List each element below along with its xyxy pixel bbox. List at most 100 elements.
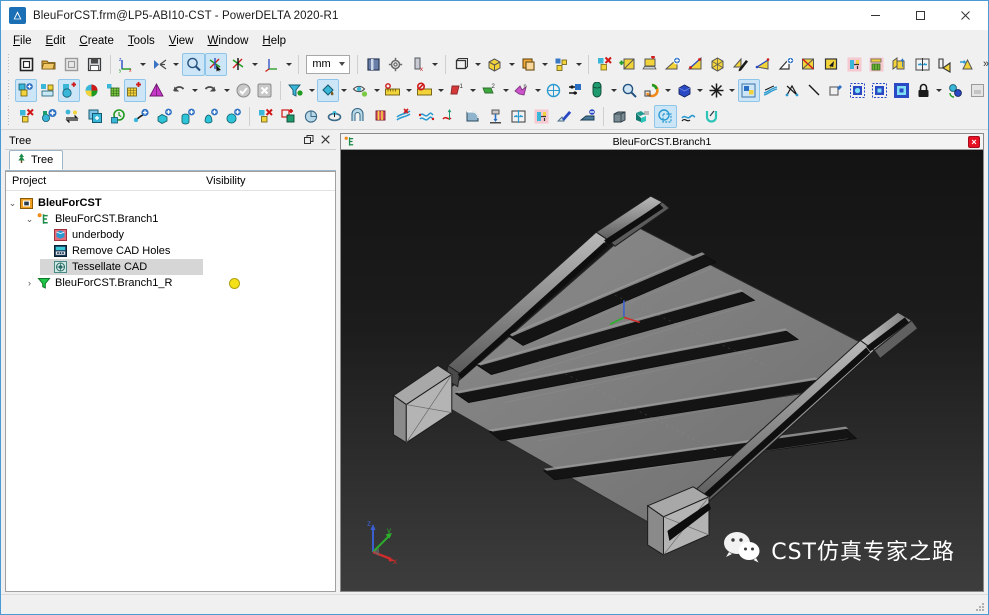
select-region-2-icon[interactable] xyxy=(869,79,891,102)
chevron-down-icon[interactable] xyxy=(222,79,232,101)
tree-item-bleuforcst[interactable]: ⌄ BleuForCST xyxy=(6,195,335,211)
new-file-icon[interactable] xyxy=(15,53,38,76)
surface-grid-icon[interactable] xyxy=(866,53,889,76)
lock-icon[interactable] xyxy=(912,79,934,102)
line-segment-icon[interactable] xyxy=(803,79,825,102)
curve-lines-icon[interactable] xyxy=(760,79,782,102)
chevron-down-icon[interactable] xyxy=(500,79,510,101)
chevron-down-icon[interactable] xyxy=(506,53,517,75)
shell-icon[interactable] xyxy=(415,105,438,128)
unit-select[interactable]: mm xyxy=(306,54,350,74)
wave-sweep-icon[interactable] xyxy=(677,105,700,128)
viewport-3d[interactable]: z y x CST仿真专家之路 xyxy=(341,150,983,591)
color-wheel-icon[interactable] xyxy=(641,79,663,102)
chevron-down-icon[interactable] xyxy=(430,53,441,75)
polygon-mesh-icon[interactable] xyxy=(707,53,730,76)
undo-icon[interactable] xyxy=(168,79,190,102)
toolbar-grip[interactable] xyxy=(6,54,13,74)
menu-view[interactable]: View xyxy=(162,33,201,49)
tree-item-branch1[interactable]: ⌄ BleuForCST.Branch1 xyxy=(6,211,335,227)
mesh-select-icon[interactable] xyxy=(102,79,124,102)
boolean-add-icon[interactable] xyxy=(277,105,300,128)
u-sweep-icon[interactable] xyxy=(700,105,723,128)
select-face-icon[interactable] xyxy=(37,79,59,102)
refresh-view-icon[interactable] xyxy=(945,79,967,102)
toolbar-overflow-button[interactable]: » xyxy=(983,58,989,70)
chevron-down-icon[interactable] xyxy=(250,53,261,75)
cross-surface-icon[interactable] xyxy=(797,53,820,76)
coordinate-axes-icon[interactable]: z y x xyxy=(115,53,138,76)
menu-edit[interactable]: Edit xyxy=(39,33,73,49)
chevron-down-icon[interactable] xyxy=(934,79,944,101)
node-edit-icon[interactable] xyxy=(825,79,847,102)
add-object-icon[interactable] xyxy=(38,105,61,128)
image-tool-icon[interactable] xyxy=(737,78,760,102)
cancel-icon[interactable] xyxy=(254,79,276,102)
chevron-down-icon[interactable] xyxy=(339,79,349,101)
chair-icon[interactable] xyxy=(369,105,392,128)
mirror-surface-icon[interactable] xyxy=(911,53,934,76)
grid-small-icon[interactable] xyxy=(966,79,988,102)
chevron-down-icon[interactable] xyxy=(171,53,182,75)
cylinder-tool-icon[interactable] xyxy=(587,79,609,102)
assembly-icon[interactable] xyxy=(551,53,574,76)
chevron-down-icon[interactable] xyxy=(727,79,737,101)
menu-create[interactable]: Create xyxy=(72,33,121,49)
menu-help[interactable]: Help xyxy=(255,33,293,49)
blue-cylinder-icon[interactable] xyxy=(608,105,631,128)
expand-toggle[interactable]: › xyxy=(23,278,36,288)
close-button[interactable] xyxy=(943,1,988,30)
pen-draw-icon[interactable] xyxy=(553,105,576,128)
toolbar-grip[interactable] xyxy=(6,106,13,126)
close-panel-icon[interactable] xyxy=(321,134,330,148)
resize-grip-icon[interactable] xyxy=(974,600,986,612)
tree-item-underbody[interactable]: underbody xyxy=(6,227,335,243)
chevron-down-icon[interactable] xyxy=(371,79,381,101)
circle-section-icon[interactable] xyxy=(543,79,565,102)
settings-gear-icon[interactable] xyxy=(385,53,408,76)
expand-toggle[interactable]: ⌄ xyxy=(23,214,36,224)
burst-icon[interactable] xyxy=(705,79,727,102)
pyramid-icon[interactable] xyxy=(146,79,168,102)
surface-pink-icon[interactable] xyxy=(843,53,866,76)
chevron-down-icon[interactable] xyxy=(468,79,478,101)
float-window-icon[interactable] xyxy=(304,134,314,148)
menu-file[interactable]: FFileile xyxy=(6,33,39,49)
open-file-icon[interactable] xyxy=(38,53,61,76)
circle-tool-icon[interactable] xyxy=(300,105,323,128)
chevron-down-icon[interactable] xyxy=(284,53,295,75)
create-sphere-icon[interactable] xyxy=(222,105,245,128)
confirm-icon[interactable] xyxy=(232,79,254,102)
create-cone-icon[interactable] xyxy=(199,105,222,128)
measure-column-icon[interactable]: x xyxy=(407,53,430,76)
compare-icon[interactable] xyxy=(565,79,587,102)
extrude-arrow-icon[interactable] xyxy=(888,53,911,76)
node-connect-icon[interactable] xyxy=(781,79,803,102)
delete-object-icon[interactable] xyxy=(15,105,38,128)
plane1-icon[interactable]: 1 xyxy=(446,79,468,102)
chevron-down-icon[interactable] xyxy=(190,79,200,101)
arch-icon[interactable] xyxy=(346,105,369,128)
planeN-icon[interactable]: n xyxy=(511,79,533,102)
select-region-1-icon[interactable] xyxy=(847,79,869,102)
visibility-eye-icon[interactable] xyxy=(349,79,371,102)
menu-tools[interactable]: Tools xyxy=(121,33,162,49)
tab-tree[interactable]: Tree xyxy=(9,150,64,170)
visibility-indicator[interactable] xyxy=(229,277,240,289)
chevron-down-icon[interactable] xyxy=(307,79,317,101)
chevron-down-icon[interactable] xyxy=(533,79,543,101)
add-point-surface-icon[interactable] xyxy=(661,53,684,76)
arrow-surface-icon[interactable] xyxy=(820,53,843,76)
select-region-3-icon[interactable] xyxy=(891,79,913,102)
model-window-close-button[interactable]: × xyxy=(968,135,980,148)
surface-wave-icon[interactable] xyxy=(438,105,461,128)
axis-move-cursor-icon[interactable] xyxy=(204,52,228,76)
blue-fold-icon[interactable] xyxy=(631,105,654,128)
split-body-icon[interactable] xyxy=(530,105,553,128)
pen-surface-icon[interactable] xyxy=(729,53,752,76)
surface-monitor-icon[interactable] xyxy=(638,53,661,76)
torus-icon[interactable] xyxy=(323,105,346,128)
chevron-down-icon[interactable] xyxy=(540,53,551,75)
circle-overlap-icon[interactable] xyxy=(654,104,677,128)
tree-item-remove-cad-holes[interactable]: Remove CAD Holes xyxy=(6,243,335,259)
